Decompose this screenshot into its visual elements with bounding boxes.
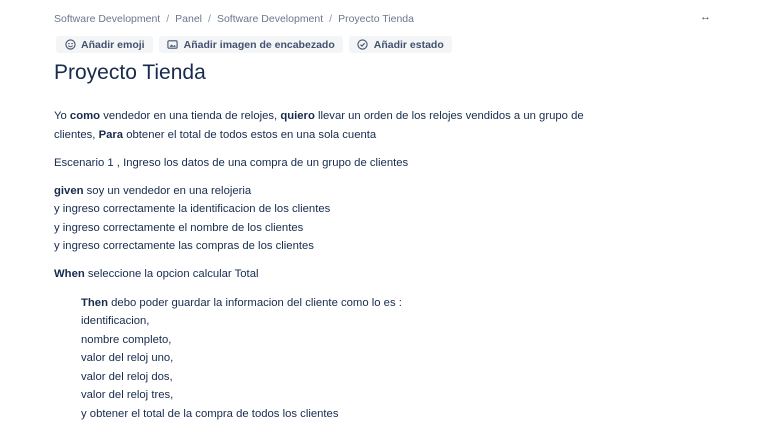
story-text: vendedor en una tienda de relojes, [100, 110, 281, 122]
breadcrumb-item-current[interactable]: Proyecto Tienda [338, 13, 414, 25]
then-line: Then debo poder guardar la informacion d… [81, 297, 402, 309]
breadcrumb-separator: / [208, 13, 211, 25]
add-header-image-button[interactable]: Añadir imagen de encabezado [158, 36, 343, 53]
then-item: valor del reloj tres, [81, 389, 174, 401]
then-item: nombre completo, [81, 334, 172, 346]
story-text: Yo [54, 110, 70, 122]
then-item: valor del reloj dos, [81, 371, 173, 383]
given-text: soy un vendedor en una relojeria [83, 185, 252, 197]
add-emoji-label: Añadir emoji [81, 38, 145, 51]
page-header-actions: Añadir emoji Añadir imagen de encabezado… [56, 36, 452, 53]
status-icon [357, 39, 369, 51]
given-and-line: y ingreso correctamente el nombre de los… [54, 222, 304, 234]
then-text: debo poder guardar la informacion del cl… [108, 297, 402, 309]
breadcrumb-item-parent[interactable]: Software Development [217, 13, 323, 25]
story-keyword-para: Para [98, 129, 124, 141]
expand-width-icon[interactable]: ↔ [700, 11, 712, 23]
add-header-image-label: Añadir imagen de encabezado [183, 38, 335, 51]
breadcrumb-item-space[interactable]: Software Development [54, 13, 160, 25]
given-keyword: given [54, 185, 84, 197]
emoji-icon [64, 39, 76, 51]
story-text: obtener el total de todos estos en una s… [123, 129, 377, 141]
story-line-1: Yo como vendedor en una tienda de reloje… [54, 110, 584, 122]
when-line: When seleccione la opcion calcular Total [54, 268, 259, 280]
then-item: identificacion, [81, 315, 150, 327]
then-keyword: Then [81, 297, 108, 309]
page-title: Proyecto Tienda [54, 61, 206, 84]
when-text: seleccione la opcion calcular Total [84, 268, 259, 280]
add-status-label: Añadir estado [373, 38, 444, 51]
breadcrumb: Software Development / Panel / Software Deve… [54, 13, 414, 25]
breadcrumb-separator: / [329, 13, 333, 25]
then-item: valor del reloj uno, [81, 352, 174, 364]
when-keyword: When [54, 268, 85, 280]
story-keyword-quiero: quiero [280, 110, 315, 122]
add-emoji-button[interactable]: Añadir emoji [56, 36, 153, 53]
given-line: given soy un vendedor en una relojeria [54, 185, 251, 197]
then-item: y obtener el total de la compra de todos… [81, 408, 339, 420]
image-icon [167, 39, 179, 51]
story-keyword-como: como [69, 110, 101, 122]
breadcrumb-item-panel[interactable]: Panel [175, 13, 202, 25]
story-text: llevar un orden de los relojes vendidos … [314, 110, 584, 122]
story-line-2: clientes, Para obtener el total de todos… [54, 129, 376, 141]
breadcrumb-separator: / [166, 13, 170, 25]
given-and-line: y ingreso correctamente las compras de l… [54, 240, 314, 252]
given-and-line: y ingreso correctamente la identificacio… [54, 203, 331, 215]
story-text: clientes, [54, 129, 99, 141]
scenario-line: Escenario 1 , Ingreso los datos de una c… [54, 157, 409, 169]
add-status-button[interactable]: Añadir estado [348, 36, 452, 53]
